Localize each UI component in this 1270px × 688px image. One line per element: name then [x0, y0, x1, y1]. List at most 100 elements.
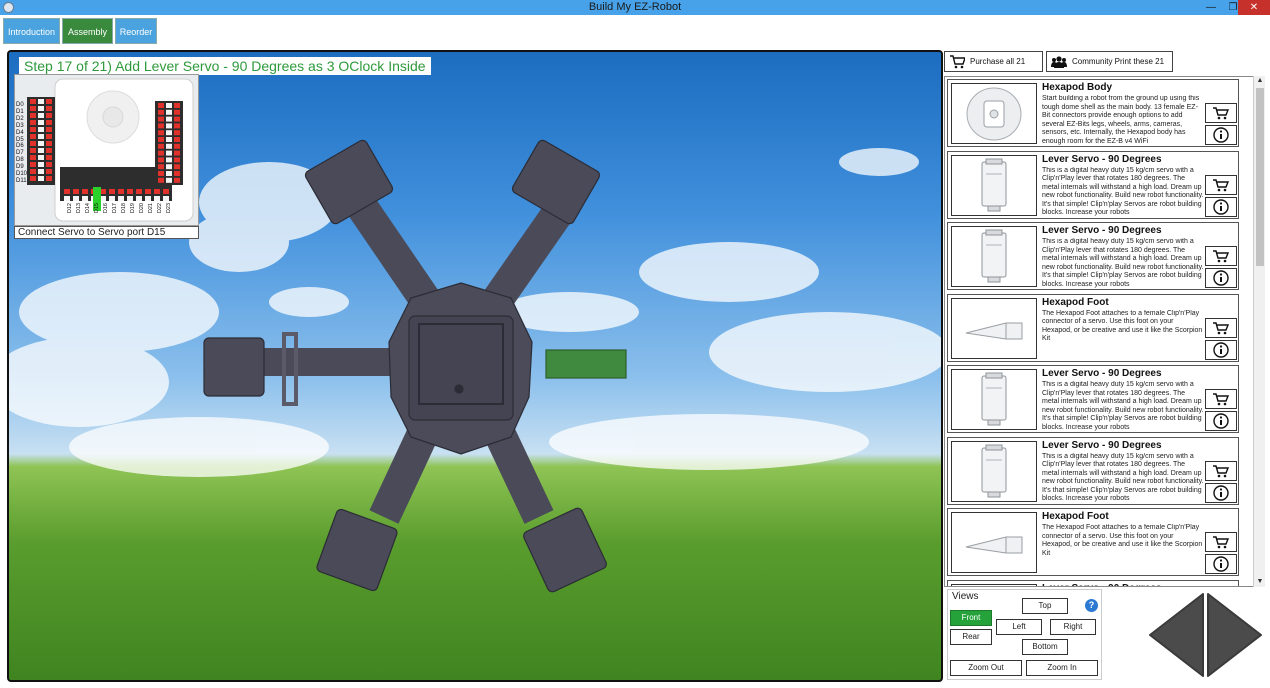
info-icon — [1213, 556, 1229, 572]
part-info-button[interactable] — [1205, 125, 1237, 145]
part-thumbnail — [951, 512, 1037, 573]
port-label: D15 — [94, 203, 100, 214]
part-name: Lever Servo - 90 Degrees — [1042, 153, 1162, 165]
part-description: This is a digital heavy duty 15 kg/cm se… — [1042, 166, 1204, 217]
scroll-thumb[interactable] — [1256, 88, 1264, 266]
parts-list[interactable]: Hexapod Body Start building a robot from … — [944, 76, 1257, 587]
part-info-button[interactable] — [1205, 196, 1237, 217]
port-label: D6 — [16, 143, 24, 150]
help-icon[interactable]: ? — [1085, 599, 1098, 612]
tab-reorder[interactable]: Reorder — [115, 18, 157, 44]
port-label: D0 — [16, 102, 24, 108]
info-icon — [1213, 270, 1229, 286]
view-front-button[interactable]: Front — [950, 610, 992, 626]
cart-icon — [1213, 321, 1230, 334]
next-step-arrow-icon[interactable] — [1205, 592, 1265, 678]
view-top-button[interactable]: Top — [1022, 598, 1068, 614]
zoom-out-button[interactable]: Zoom Out — [950, 660, 1022, 676]
part-item[interactable]: Lever Servo - 90 Degrees This is a digita… — [947, 222, 1239, 290]
part-item[interactable]: Lever Servo - 90 Degrees This is a digita… — [947, 365, 1239, 433]
part-name: Lever Servo - 90 Degrees — [1042, 583, 1162, 587]
part-description: The Hexapod Foot attaches to a female Cl… — [1042, 524, 1203, 557]
port-label: D5 — [16, 136, 24, 143]
purchase-all-button[interactable]: Purchase all 21 items — [944, 51, 1043, 85]
add-to-cart-button[interactable] — [1205, 460, 1237, 481]
community-print-button[interactable]: Community Print these 21 items — [1046, 51, 1173, 85]
port-label: D21 — [148, 203, 154, 214]
cart-icon — [1213, 178, 1230, 191]
port-label: D23 — [166, 203, 172, 214]
part-description: Start building a robot from the ground u… — [1042, 95, 1200, 145]
port-label: D16 — [103, 203, 109, 214]
view-right-button[interactable]: Right — [1050, 619, 1096, 635]
cart-icon — [1213, 536, 1230, 549]
part-name: Lever Servo - 90 Degrees — [1042, 368, 1162, 379]
port-label: D10 — [16, 171, 28, 178]
views-label: Views — [952, 591, 979, 602]
add-to-cart-button[interactable] — [1205, 389, 1237, 409]
port-label: D18 — [121, 203, 127, 214]
assembly-viewport[interactable]: Step 17 of 21) Add Lever Servo - 90 Degr… — [7, 50, 943, 682]
cart-icon — [950, 55, 965, 69]
port-label: D9 — [16, 164, 24, 171]
part-info-button[interactable] — [1205, 554, 1237, 574]
port-label: D14 — [85, 203, 91, 214]
port-instruction: Connect Servo to Servo port D15 — [14, 226, 199, 239]
add-to-cart-button[interactable] — [1205, 174, 1237, 195]
tab-introduction[interactable]: Introduction — [3, 18, 60, 44]
community-icon — [1051, 56, 1067, 68]
port-label: D4 — [16, 129, 24, 136]
info-icon — [1213, 198, 1229, 215]
ezb-board-diagram: D0 D1 D2 D3 D4 D5 D6 D7 D8 D9 D10 D11 D12 D13 D14 D15 D… — [14, 74, 199, 226]
port-label: D3 — [16, 122, 24, 129]
port-label: D20 — [139, 203, 145, 214]
scroll-up-arrow[interactable]: ▲ — [1254, 76, 1266, 86]
port-label: D7 — [16, 150, 24, 157]
view-left-button[interactable]: Left — [996, 619, 1042, 635]
info-icon — [1213, 341, 1229, 358]
port-label: D2 — [16, 115, 24, 122]
part-description: This is a digital heavy duty 15 kg/cm se… — [1042, 452, 1204, 503]
part-name: Hexapod Foot — [1042, 511, 1109, 522]
part-item[interactable]: Hexapod Foot The Hexapod Foot attaches to… — [947, 293, 1239, 362]
part-description: This is a digital heavy duty 15 kg/cm se… — [1042, 238, 1204, 288]
view-rear-button[interactable]: Rear — [950, 629, 992, 645]
cart-icon — [1213, 464, 1230, 477]
port-label: D19 — [130, 203, 136, 214]
tab-assembly[interactable]: Assembly — [62, 18, 113, 44]
part-thumbnail — [951, 583, 1037, 586]
port-label: D13 — [76, 203, 82, 214]
part-item[interactable]: Hexapod Foot The Hexapod Foot attaches to… — [947, 508, 1239, 576]
close-button[interactable]: ✕ — [1238, 0, 1270, 15]
part-name: Hexapod Body — [1042, 82, 1113, 93]
port-label: D1 — [16, 108, 24, 115]
part-info-button[interactable] — [1205, 268, 1237, 288]
part-thumbnail — [951, 297, 1037, 359]
part-info-button[interactable] — [1205, 339, 1237, 360]
info-icon — [1213, 413, 1229, 429]
add-to-cart-button[interactable] — [1205, 317, 1237, 338]
port-label: D11 — [16, 177, 27, 184]
zoom-in-button[interactable]: Zoom In — [1026, 660, 1098, 676]
info-icon — [1213, 484, 1229, 501]
previous-step-arrow-icon[interactable] — [1146, 592, 1206, 678]
port-label: D17 — [112, 203, 118, 214]
part-info-button[interactable] — [1205, 482, 1237, 503]
scroll-down-arrow[interactable]: ▼ — [1254, 577, 1266, 587]
part-item[interactable]: Lever Servo - 90 Degrees — [947, 579, 1239, 587]
view-bottom-button[interactable]: Bottom — [1022, 639, 1068, 655]
info-icon — [1213, 127, 1229, 143]
minimize-button[interactable]: — — [1200, 0, 1222, 15]
part-item[interactable]: Lever Servo - 90 Degrees This is a digita… — [947, 436, 1239, 505]
part-description: This is a digital heavy duty 15 kg/cm se… — [1042, 381, 1204, 431]
part-name: Hexapod Foot — [1042, 296, 1109, 308]
add-to-cart-button[interactable] — [1205, 532, 1237, 552]
port-label: D12 — [67, 203, 73, 214]
part-item[interactable]: Lever Servo - 90 Degrees This is a digita… — [947, 150, 1239, 219]
add-to-cart-button[interactable] — [1205, 246, 1237, 266]
add-to-cart-button[interactable] — [1205, 103, 1237, 123]
part-item[interactable]: Hexapod Body Start building a robot from … — [947, 79, 1239, 147]
port-label: D22 — [157, 203, 163, 214]
parts-list-scrollbar[interactable]: ▲ ▼ — [1253, 76, 1265, 587]
part-info-button[interactable] — [1205, 411, 1237, 431]
